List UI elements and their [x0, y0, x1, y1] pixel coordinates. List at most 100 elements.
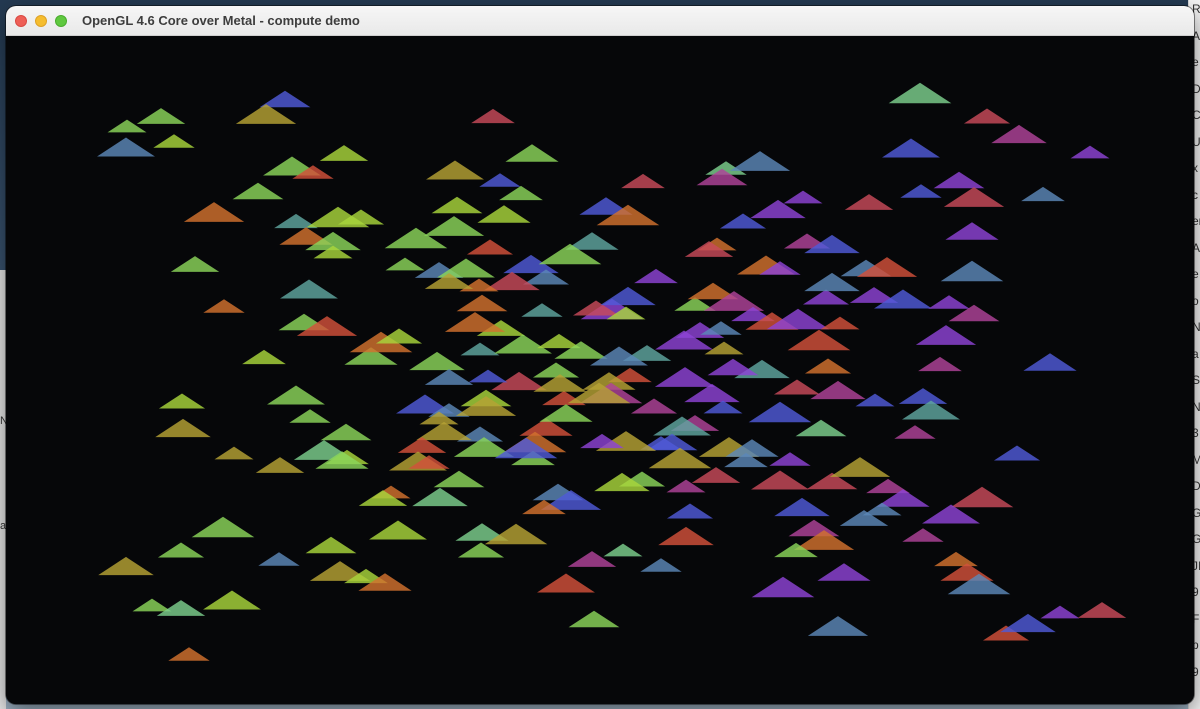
particle-triangle [658, 526, 714, 546]
window-title: OpenGL 4.6 Core over Metal - compute dem… [82, 13, 360, 28]
particle-triangle [950, 486, 1014, 508]
particle-triangle [943, 187, 1005, 207]
particle-triangle [600, 286, 656, 306]
particle-triangle [170, 256, 220, 272]
particle-triangle [280, 279, 338, 299]
particle-triangle [621, 173, 665, 189]
particle-triangle [305, 536, 357, 554]
particle-triangle [915, 325, 977, 345]
particle-triangle [456, 294, 508, 312]
particle-triangle [457, 542, 505, 558]
particle-triangle [918, 356, 962, 372]
particle-triangle [648, 447, 712, 469]
particle-triangle [1040, 605, 1080, 619]
particle-triangle [203, 299, 245, 313]
particle-triangle [132, 598, 172, 612]
particle-triangle [691, 467, 741, 483]
particle-triangle [882, 138, 940, 158]
particle-triangle [471, 108, 515, 124]
particle-triangle [769, 452, 811, 466]
particle-triangle [537, 573, 595, 593]
particle-triangle [1077, 602, 1127, 618]
particle-triangle [460, 342, 500, 356]
app-window: OpenGL 4.6 Core over Metal - compute dem… [6, 6, 1194, 704]
particle-triangle [788, 519, 840, 537]
particle-triangle [98, 556, 154, 576]
particle-triangle [136, 108, 186, 124]
particle-triangle [993, 445, 1041, 461]
particle-triangle [1021, 186, 1065, 202]
particle-triangle [829, 457, 891, 477]
particle-triangle [751, 576, 815, 598]
particle-triangle [426, 160, 484, 180]
particle-triangle [466, 239, 514, 255]
particle-triangle [820, 316, 860, 330]
particle-triangle [634, 268, 678, 284]
particle-triangle [385, 257, 425, 271]
particle-triangle [900, 184, 942, 198]
particle-triangle [773, 379, 821, 395]
particle-triangles-canvas [97, 82, 1127, 661]
particle-triangle [191, 516, 255, 538]
particle-triangle [232, 182, 284, 200]
particle-triangle [888, 82, 952, 104]
particle-triangle [424, 369, 474, 385]
particle-triangle [898, 388, 948, 404]
particle-triangle [320, 423, 372, 441]
particle-triangle [945, 222, 999, 240]
particle-triangle [532, 362, 580, 378]
particle-triangle [412, 487, 468, 507]
particle-triangle [817, 563, 871, 581]
window-titlebar[interactable]: OpenGL 4.6 Core over Metal - compute dem… [6, 6, 1194, 36]
particle-triangle [1070, 145, 1110, 159]
particle-triangle [783, 190, 823, 204]
particle-triangle [991, 124, 1047, 144]
particle-triangle [259, 90, 311, 108]
particle-triangle [934, 551, 978, 567]
particle-triangle [810, 380, 866, 400]
close-window-button[interactable] [15, 15, 27, 27]
minimize-window-button[interactable] [35, 15, 47, 27]
particle-triangle [499, 185, 543, 201]
particle-triangle [774, 497, 830, 517]
particle-triangle [568, 610, 620, 628]
particle-triangle [155, 418, 211, 438]
particle-triangle [168, 647, 210, 661]
particle-triangle [158, 393, 206, 409]
particle-triangle [894, 425, 936, 439]
particle-triangle [468, 369, 508, 383]
opengl-render-viewport[interactable] [6, 36, 1194, 704]
particle-triangle [416, 421, 472, 441]
particle-triangle [319, 145, 369, 161]
particle-triangle [802, 289, 850, 305]
particle-triangle [666, 503, 714, 519]
particle-triangle [433, 470, 485, 488]
particle-triangle [922, 504, 980, 524]
particle-triangle [707, 358, 759, 376]
particle-triangle [203, 590, 261, 610]
particle-triangle [214, 446, 254, 460]
particle-triangle [477, 205, 531, 223]
particle-triangle [97, 137, 155, 157]
particle-triangle [505, 144, 559, 162]
particle-triangle [539, 404, 593, 422]
particle-triangle [654, 367, 716, 387]
zoom-window-button[interactable] [55, 15, 67, 27]
particle-triangle [751, 470, 809, 490]
particle-triangle [267, 385, 325, 405]
particle-triangle [928, 295, 970, 309]
particle-triangle [423, 216, 485, 236]
particle-triangle [1023, 353, 1077, 371]
particle-triangle [258, 552, 300, 566]
particle-triangle [369, 520, 427, 540]
particle-triangle [787, 329, 851, 351]
particle-triangle [963, 108, 1011, 124]
particle-triangle [729, 151, 791, 171]
particle-triangle [807, 616, 869, 636]
particle-triangle [603, 543, 643, 557]
particle-triangle [902, 528, 944, 542]
particle-triangle [242, 349, 286, 365]
particle-triangle [748, 401, 812, 423]
particle-triangle [479, 173, 521, 187]
particle-triangle [494, 334, 552, 354]
